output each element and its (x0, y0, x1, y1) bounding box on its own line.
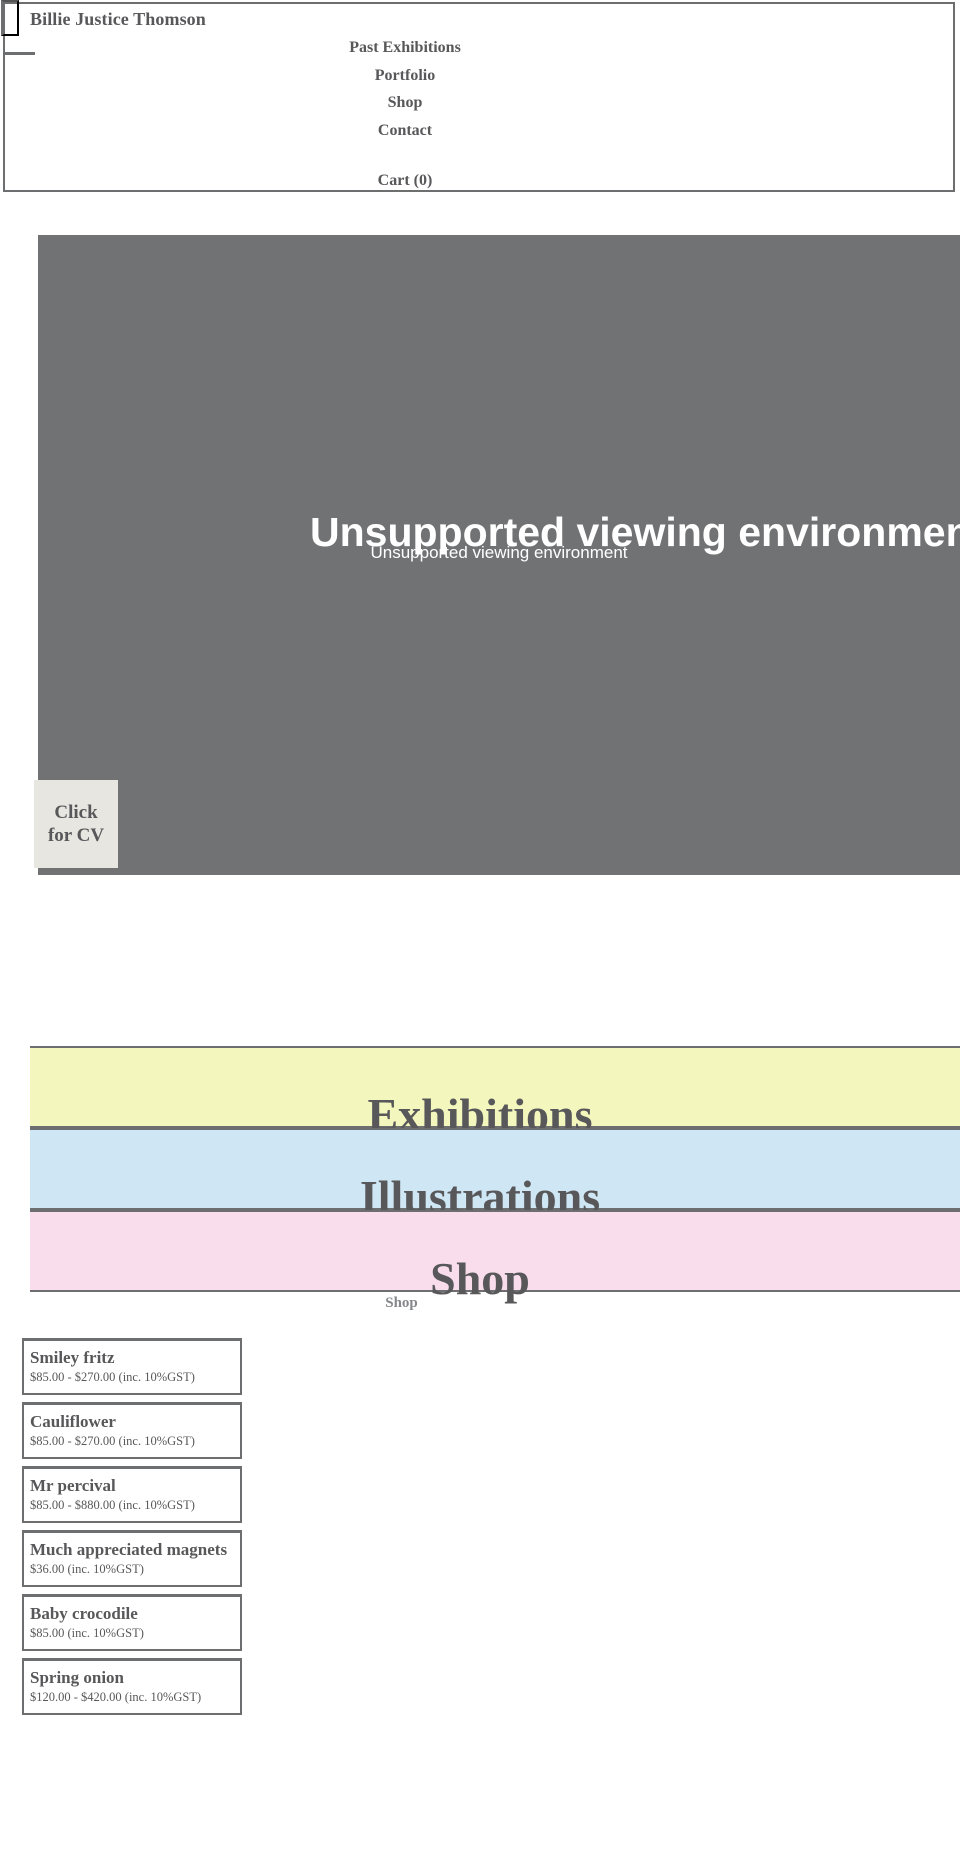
nav-contact[interactable]: Contact (378, 122, 432, 139)
product-price: $85.00 (inc. 10%GST) (30, 1626, 144, 1640)
product-list-item[interactable]: Baby crocodile $85.00 (inc. 10%GST) (22, 1594, 242, 1651)
cart-link[interactable]: Cart (0) (378, 172, 433, 189)
click-for-cv-button[interactable]: Click for CV (34, 780, 118, 868)
product-list-item[interactable]: Mr percival $85.00 - $880.00 (inc. 10%GS… (22, 1466, 242, 1523)
product-name[interactable]: Much appreciated magnets (30, 1541, 234, 1558)
site-brand-title: Billie Justice Thomson (30, 9, 206, 29)
product-price: $85.00 - $880.00 (inc. 10%GST) (30, 1498, 195, 1512)
cart-row: Cart (0) (5, 172, 805, 190)
product-list: Smiley fritz $85.00 - $270.00 (inc. 10%G… (22, 1338, 242, 1722)
shop-section-heading: Shop (385, 1295, 418, 1311)
product-name[interactable]: Mr percival (30, 1477, 234, 1494)
product-price: $120.00 - $420.00 (inc. 10%GST) (30, 1690, 202, 1704)
product-name[interactable]: Baby crocodile (30, 1605, 234, 1622)
section-band-illustrations[interactable]: Illustrations (30, 1128, 960, 1220)
nav-past-exhibitions[interactable]: Past Exhibitions (349, 39, 461, 56)
product-price: $85.00 - $270.00 (inc. 10%GST) (30, 1370, 195, 1384)
nav-item: Portfolio (5, 62, 805, 90)
hamburger-menu-icon[interactable] (1, 0, 19, 36)
product-list-item[interactable]: Smiley fritz $85.00 - $270.00 (inc. 10%G… (22, 1338, 242, 1395)
nav-item: Past Exhibitions (5, 34, 805, 62)
nav-shop[interactable]: Shop (388, 94, 423, 111)
product-price: $36.00 (inc. 10%GST) (30, 1562, 144, 1576)
section-band-shop[interactable]: Shop (30, 1210, 960, 1302)
product-price: $85.00 - $270.00 (inc. 10%GST) (30, 1434, 195, 1448)
nav-item: Shop (5, 89, 805, 117)
primary-navigation: Past Exhibitions Portfolio Shop Contact (5, 34, 805, 144)
site-header: Billie Justice Thomson Past Exhibitions … (1, 0, 955, 192)
nav-portfolio[interactable]: Portfolio (375, 67, 435, 84)
hero-banner: Unsupported viewing environment Unsuppor… (34, 235, 960, 875)
product-list-item[interactable]: Cauliflower $85.00 - $270.00 (inc. 10%GS… (22, 1402, 242, 1459)
product-name[interactable]: Smiley fritz (30, 1349, 234, 1366)
product-name[interactable]: Cauliflower (30, 1413, 234, 1430)
hero-subline: Unsupported viewing environment (370, 543, 628, 562)
product-name[interactable]: Spring onion (30, 1669, 234, 1686)
section-band-exhibitions[interactable]: Exhibitions (30, 1046, 960, 1138)
product-list-item[interactable]: Much appreciated magnets $36.00 (inc. 10… (22, 1530, 242, 1587)
nav-item: Contact (5, 117, 805, 145)
product-list-item[interactable]: Spring onion $120.00 - $420.00 (inc. 10%… (22, 1658, 242, 1715)
